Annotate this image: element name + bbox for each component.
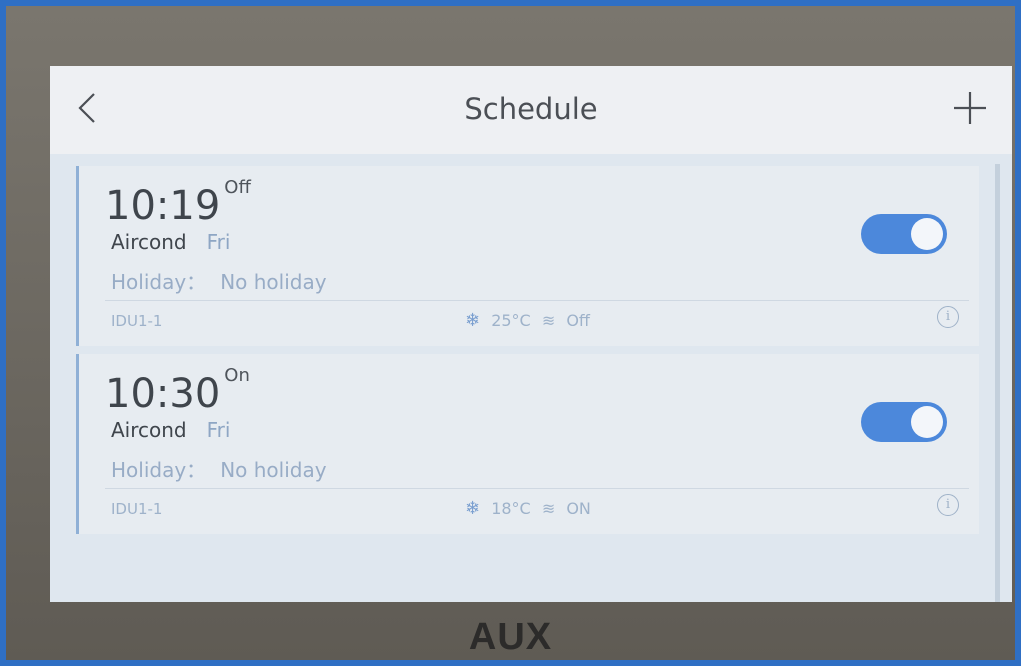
schedule-device-row: Aircond Fri <box>111 230 230 254</box>
toggle-knob <box>911 218 943 250</box>
schedule-time: 10:19 Off <box>105 177 251 229</box>
device-id: IDU1-1 <box>111 312 163 330</box>
toggle-knob <box>911 406 943 438</box>
snowflake-icon: ❄ <box>465 310 481 331</box>
status-row: ❄ 25°C ≋ Off <box>465 310 596 331</box>
schedule-day: Fri <box>206 230 231 254</box>
schedule-card[interactable]: 10:19 Off Aircond Fri Holiday： No holiday I… <box>76 166 979 346</box>
divider <box>105 300 969 301</box>
scrollbar[interactable] <box>995 164 1000 602</box>
device-id: IDU1-1 <box>111 500 163 518</box>
fan-status: ON <box>566 499 591 518</box>
fan-status: Off <box>566 311 590 330</box>
fan-speed-icon: ≋ <box>541 499 556 518</box>
touch-screen: Schedule 10:19 Off Aircond Fri Holiday： No … <box>50 66 1012 602</box>
brand-logo: AUX <box>468 616 553 658</box>
temperature: 18°C <box>491 499 531 518</box>
holiday-row: Holiday： No holiday <box>111 266 327 295</box>
temperature: 25°C <box>491 311 531 330</box>
schedule-device-row: Aircond Fri <box>111 418 230 442</box>
schedule-toggle[interactable] <box>861 402 947 442</box>
status-row: ❄ 18°C ≋ ON <box>465 498 597 519</box>
schedule-day: Fri <box>206 418 231 442</box>
snowflake-icon: ❄ <box>465 498 481 519</box>
divider <box>105 488 969 489</box>
device-type: Aircond <box>111 418 187 442</box>
holiday-value: No holiday <box>220 270 327 294</box>
header-bar: Schedule <box>50 66 1012 154</box>
holiday-label: Holiday： <box>111 458 207 482</box>
info-icon[interactable]: i <box>937 306 959 328</box>
plus-icon <box>954 92 986 124</box>
holiday-row: Holiday： No holiday <box>111 454 327 483</box>
schedule-toggle[interactable] <box>861 214 947 254</box>
device-type: Aircond <box>111 230 187 254</box>
info-icon[interactable]: i <box>937 494 959 516</box>
schedule-mode: On <box>224 365 250 386</box>
schedule-mode: Off <box>224 177 251 198</box>
schedule-list: 10:19 Off Aircond Fri Holiday： No holiday I… <box>50 154 1012 602</box>
schedule-card[interactable]: 10:30 On Aircond Fri Holiday： No holiday ID… <box>76 354 979 534</box>
holiday-label: Holiday： <box>111 270 207 294</box>
holiday-value: No holiday <box>220 458 327 482</box>
schedule-time: 10:30 On <box>105 365 250 417</box>
fan-speed-icon: ≋ <box>541 311 556 330</box>
page-title: Schedule <box>464 92 598 126</box>
add-schedule-button[interactable] <box>950 88 990 128</box>
device-bezel: Schedule 10:19 Off Aircond Fri Holiday： No … <box>6 6 1015 660</box>
